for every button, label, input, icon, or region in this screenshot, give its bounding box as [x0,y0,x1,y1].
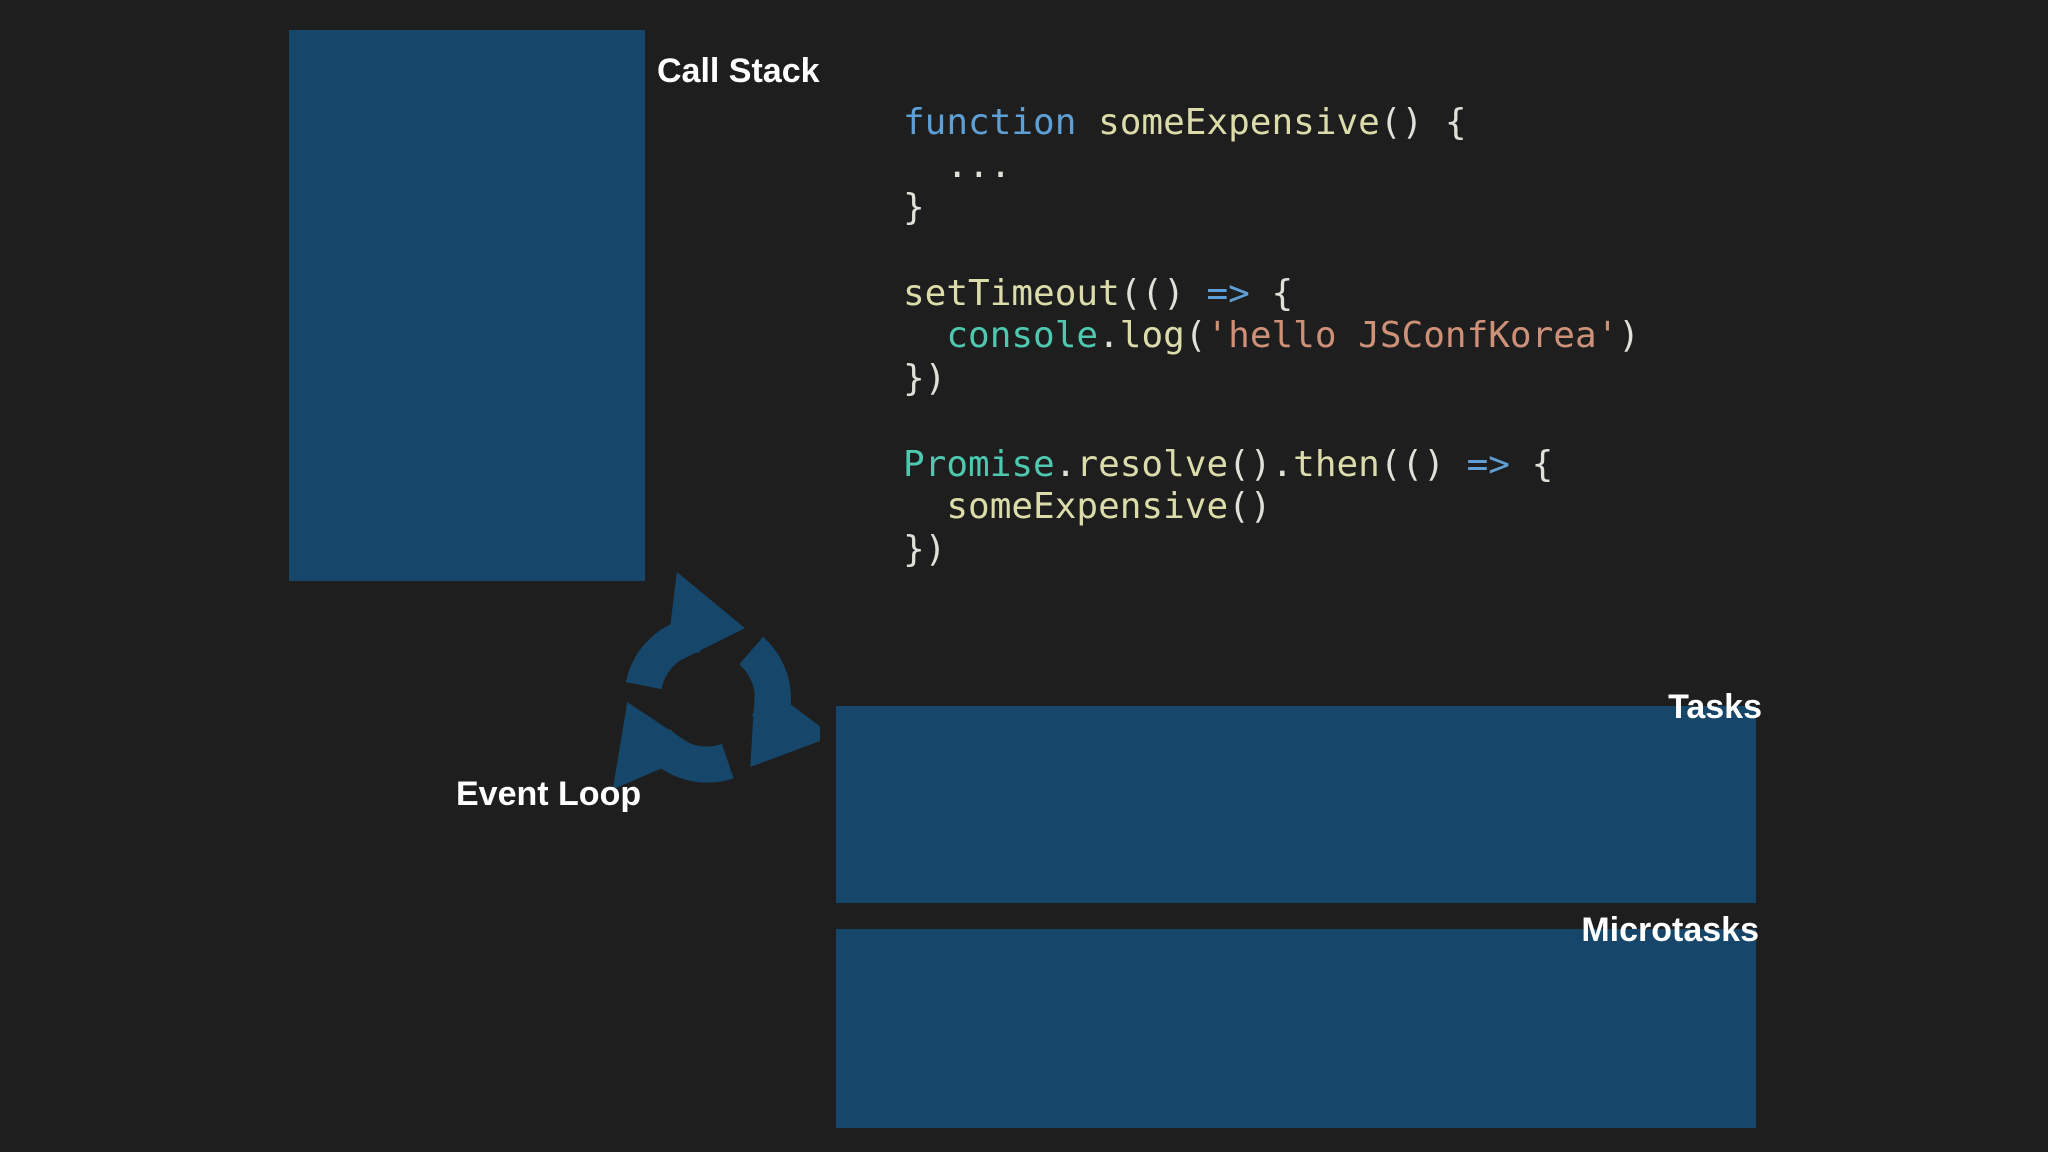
circular-arrows-icon [612,572,820,790]
arrow-segment-top [625,572,745,690]
tasks-queue-box [836,706,1756,903]
code-function-name: then [1293,443,1380,485]
code-punctuation: { [1249,272,1294,314]
code-function-name: log [1119,315,1185,357]
code-punctuation: }) [903,528,947,570]
code-line-3: } [903,187,1640,230]
code-punctuation: (() [1379,443,1467,485]
code-punctuation: . [1098,315,1120,357]
code-punctuation: ( [1184,315,1207,357]
code-punctuation: () { [1379,102,1467,143]
code-object: Promise [903,443,1055,485]
code-punctuation: { [1509,443,1554,485]
code-function-name: someExpensive [1098,102,1380,143]
code-line-2: ... [903,145,1640,188]
code-line-7: }) [903,358,1640,401]
code-punctuation: . [1054,443,1077,485]
code-line-1: function someExpensive() { [903,102,1640,145]
code-line-9: Promise.resolve().then(() => { [903,444,1640,487]
tasks-label: Tasks [1668,688,1762,726]
code-punctuation: ) [1618,315,1640,357]
code-keyword: function [903,102,1077,143]
microtasks-queue-box [836,929,1756,1128]
code-line-11: }) [903,529,1640,572]
microtasks-label: Microtasks [1581,911,1759,949]
code-punctuation: } [903,187,925,229]
code-punctuation: }) [903,358,947,400]
code-string: 'hello JSConfKorea' [1206,315,1619,357]
code-function-name: someExpensive [946,486,1229,528]
code-punctuation: () [1228,486,1272,528]
call-stack-box [289,30,645,581]
call-stack-label: Call Stack [657,52,820,90]
code-ellipsis: ... [903,144,1012,186]
event-loop-label: Event Loop [456,775,642,813]
code-line-10: someExpensive() [903,486,1640,529]
code-object: console [946,315,1099,357]
code-punctuation: (() [1119,272,1207,314]
code-function-name: resolve [1076,443,1229,485]
code-function-name: setTimeout [903,272,1120,314]
code-line-6: console.log('hello JSConfKorea') [903,315,1640,358]
code-line-5: setTimeout(() => { [903,273,1640,316]
code-snippet: function someExpensive() { ...} setTimeou… [903,102,1640,572]
code-arrow: => [1206,272,1250,314]
code-arrow: => [1466,443,1510,485]
code-punctuation: (). [1228,443,1294,485]
